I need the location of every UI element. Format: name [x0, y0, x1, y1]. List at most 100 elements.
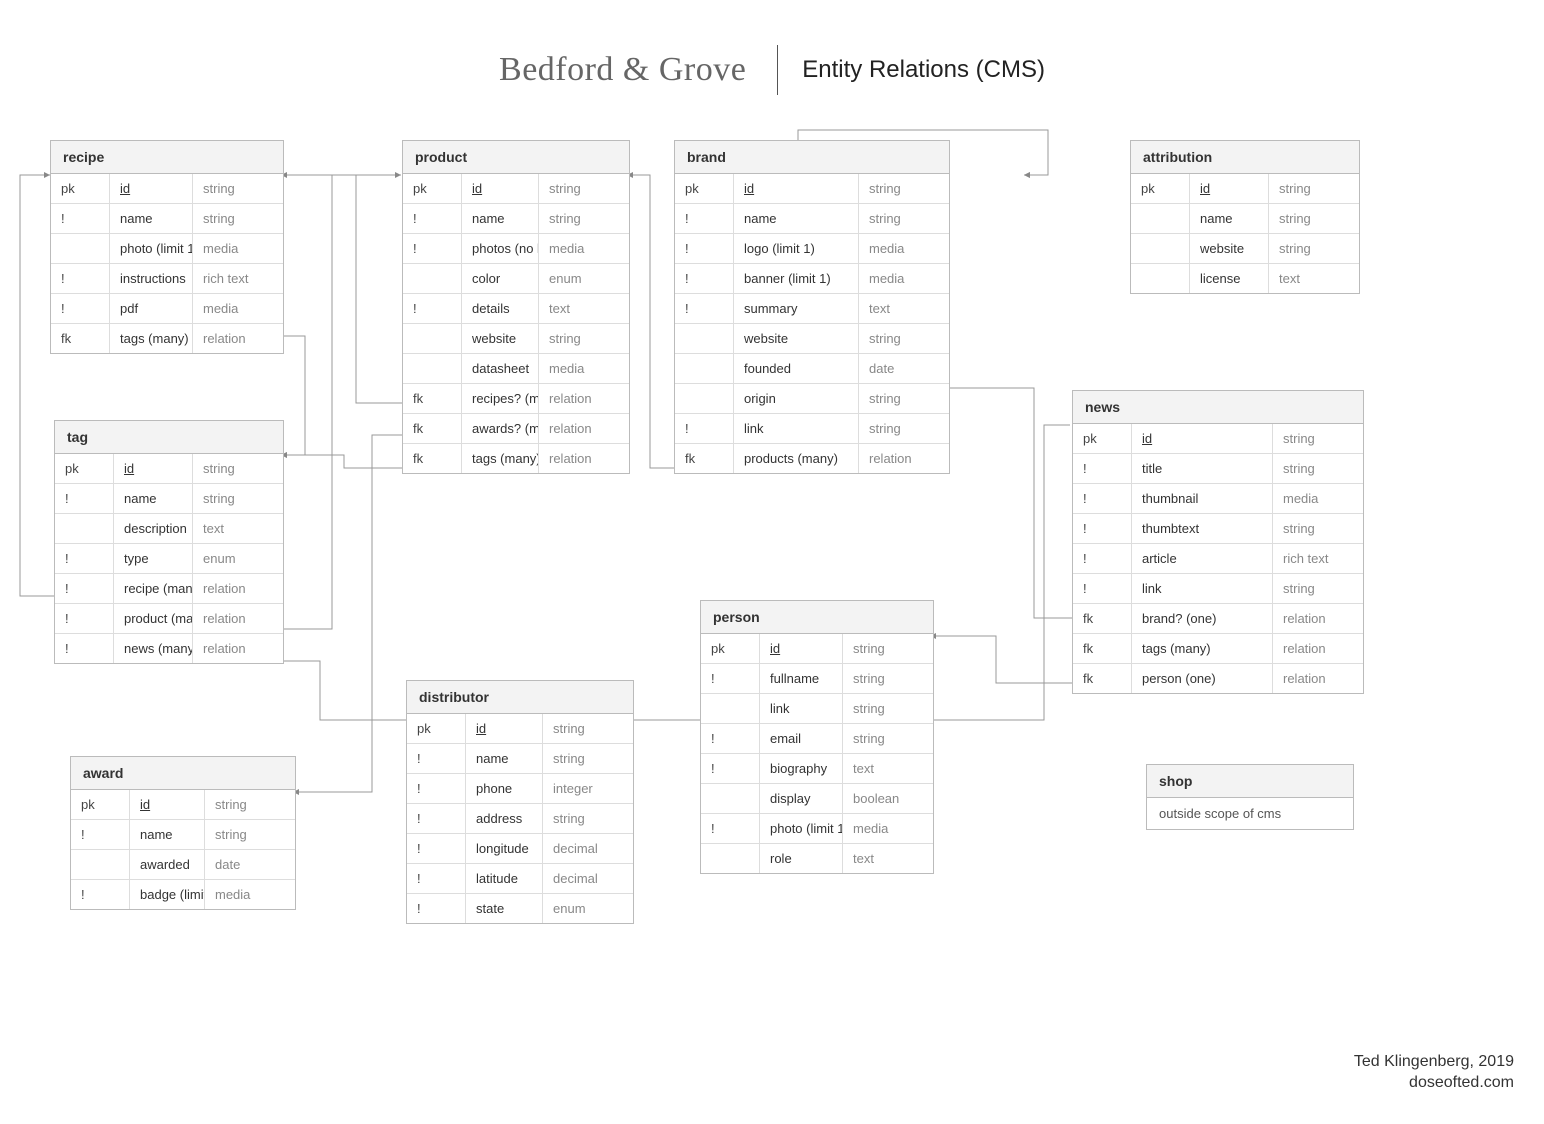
table-row: descriptiontext: [55, 514, 283, 544]
entity-title: recipe: [51, 141, 283, 174]
row-key: [1131, 204, 1190, 234]
row-key: pk: [403, 174, 462, 204]
row-type: media: [859, 264, 950, 294]
row-field: recipe (many): [114, 574, 193, 604]
row-key: !: [403, 234, 462, 264]
table-row: foundeddate: [675, 354, 949, 384]
row-type: relation: [539, 414, 630, 444]
table-row: pkidstring: [701, 634, 933, 664]
row-field: name: [734, 204, 859, 234]
table-row: fktags (many)relation: [403, 444, 629, 474]
table-row: !titlestring: [1073, 454, 1363, 484]
row-type: media: [1273, 484, 1364, 514]
row-key: [403, 354, 462, 384]
entity-rows: pkidstring!titlestring!thumbnailmedia!th…: [1073, 424, 1363, 693]
row-type: string: [539, 174, 630, 204]
table-row: awardeddate: [71, 850, 295, 880]
row-field: link: [734, 414, 859, 444]
row-type: text: [843, 844, 934, 874]
row-field: founded: [734, 354, 859, 384]
credit-line-2: doseofted.com: [1354, 1073, 1514, 1094]
row-field: phone: [466, 774, 543, 804]
row-type: string: [193, 454, 284, 484]
row-type: enum: [193, 544, 284, 574]
entity-person: person pkidstring!fullnamestringlinkstri…: [700, 600, 934, 874]
table-row: !addressstring: [407, 804, 633, 834]
row-key: fk: [1073, 664, 1132, 694]
row-type: string: [843, 724, 934, 754]
row-key: pk: [407, 714, 466, 744]
entity-rows: pkidstring!namestring!phoneinteger!addre…: [407, 714, 633, 923]
row-field: biography: [760, 754, 843, 784]
row-type: string: [1273, 424, 1364, 454]
row-field: link: [760, 694, 843, 724]
row-key: !: [407, 864, 466, 894]
row-key: !: [675, 414, 734, 444]
row-key: pk: [675, 174, 734, 204]
row-field: website: [734, 324, 859, 354]
table-row: !thumbtextstring: [1073, 514, 1363, 544]
row-key: !: [675, 234, 734, 264]
entity-rows: pkidstring!namestringdescriptiontext!typ…: [55, 454, 283, 663]
table-row: !biographytext: [701, 754, 933, 784]
row-key: fk: [403, 384, 462, 414]
row-type: string: [859, 384, 950, 414]
table-row: !photos (no limit)media: [403, 234, 629, 264]
row-field: address: [466, 804, 543, 834]
row-field: name: [114, 484, 193, 514]
table-row: !articlerich text: [1073, 544, 1363, 574]
row-key: fk: [403, 414, 462, 444]
row-key: fk: [403, 444, 462, 474]
row-field: photo (limit 1): [760, 814, 843, 844]
row-key: [71, 850, 130, 880]
credit-block: Ted Klingenberg, 2019 doseofted.com: [1354, 1052, 1514, 1094]
entity-rows: pkidstring!fullnamestringlinkstring!emai…: [701, 634, 933, 873]
row-type: media: [193, 294, 284, 324]
table-row: !namestring: [71, 820, 295, 850]
row-type: enum: [539, 264, 630, 294]
row-type: string: [1273, 574, 1364, 604]
row-type: string: [539, 324, 630, 354]
row-key: !: [407, 834, 466, 864]
row-key: !: [1073, 574, 1132, 604]
table-row: !pdfmedia: [51, 294, 283, 324]
entity-distributor: distributor pkidstring!namestring!phonei…: [406, 680, 634, 924]
row-type: integer: [543, 774, 634, 804]
row-field: website: [462, 324, 539, 354]
row-key: !: [407, 894, 466, 924]
row-key: fk: [51, 324, 110, 354]
row-field: website: [1190, 234, 1269, 264]
entity-rows: pkidstring!namestringphoto (limit 1)medi…: [51, 174, 283, 353]
row-field: id: [462, 174, 539, 204]
row-type: media: [539, 234, 630, 264]
entity-title: brand: [675, 141, 949, 174]
row-key: [403, 324, 462, 354]
table-row: !typeenum: [55, 544, 283, 574]
entity-title: person: [701, 601, 933, 634]
row-field: badge (limit 1): [130, 880, 205, 910]
row-key: [701, 784, 760, 814]
row-type: string: [543, 714, 634, 744]
row-field: name: [462, 204, 539, 234]
row-key: !: [55, 634, 114, 664]
table-row: pkidstring: [1073, 424, 1363, 454]
table-row: !phoneinteger: [407, 774, 633, 804]
row-field: awarded: [130, 850, 205, 880]
table-row: linkstring: [701, 694, 933, 724]
row-key: fk: [675, 444, 734, 474]
row-field: recipes? (many): [462, 384, 539, 414]
row-field: id: [466, 714, 543, 744]
row-field: name: [110, 204, 193, 234]
row-type: relation: [193, 574, 284, 604]
table-row: datasheetmedia: [403, 354, 629, 384]
row-field: id: [114, 454, 193, 484]
row-key: !: [1073, 484, 1132, 514]
entity-tag: tag pkidstring!namestringdescriptiontext…: [54, 420, 284, 664]
row-field: color: [462, 264, 539, 294]
table-row: roletext: [701, 844, 933, 874]
table-row: !latitudedecimal: [407, 864, 633, 894]
row-field: awards? (many): [462, 414, 539, 444]
table-row: !thumbnailmedia: [1073, 484, 1363, 514]
table-row: !namestring: [407, 744, 633, 774]
row-type: date: [205, 850, 296, 880]
